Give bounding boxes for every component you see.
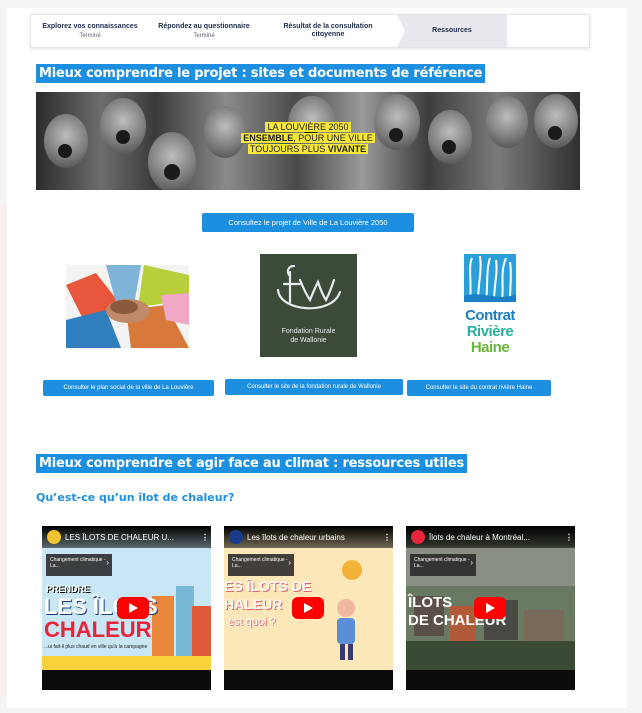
- more-options-icon[interactable]: ⋮: [199, 533, 211, 542]
- video-bottom-bar: [42, 670, 211, 690]
- slogan-line: , POUR UNE VILLE: [293, 133, 373, 143]
- banner-image: LA LOUVIÈRE 2050 ENSEMBLE, POUR UNE VILL…: [36, 92, 580, 190]
- video-title: Les îlots de chaleur urbains: [247, 532, 345, 542]
- video-title: Îlots de chaleur à Montréal...: [429, 532, 530, 542]
- step-label: Explorez vos connaissances: [42, 22, 138, 30]
- youtube-play-icon[interactable]: [117, 597, 149, 619]
- video-player-2[interactable]: ES ÎLOTS DE HALEUR est quoi ? Les îlots …: [224, 526, 393, 690]
- thumb-text: CHALEUR: [44, 617, 152, 642]
- child-face: [44, 114, 88, 168]
- child-face: [148, 132, 196, 190]
- consult-project-button[interactable]: Consultez le projet de Ville de La Louvi…: [202, 213, 414, 232]
- child-mouth: [116, 130, 130, 144]
- fondation-rurale-button[interactable]: Consulter le site de la fondation rurale…: [225, 379, 403, 395]
- step-ressources[interactable]: Ressources: [397, 15, 507, 47]
- thumb-text: HALEUR: [224, 596, 283, 612]
- video-bottom-bar: [224, 670, 393, 690]
- slogan-bold: VIVANTE: [327, 144, 367, 154]
- child-mouth: [548, 126, 562, 140]
- thumb-text: est quoi ?: [228, 616, 276, 628]
- slogan-bold: ENSEMBLE: [243, 133, 294, 143]
- video-bottom-bar: [406, 670, 575, 690]
- slogan-line: TOUJOURS PLUS: [249, 144, 328, 154]
- contrat-riviere-button[interactable]: Consulter le site du contrat rivière Hai…: [407, 380, 551, 396]
- frw-name-line: de Wallonie: [290, 337, 327, 344]
- section-title-projet: Mieux comprendre le projet : sites et do…: [36, 64, 486, 83]
- step-label: Répondez au questionnaire: [158, 22, 250, 30]
- hands-image[interactable]: [66, 265, 189, 348]
- step-status: Terminé: [193, 32, 215, 39]
- left-decoration: [0, 205, 7, 695]
- reeds-icon: [464, 254, 516, 303]
- frw-mark-icon: [276, 264, 342, 310]
- playlist-card[interactable]: Changement climatique - La...: [410, 554, 476, 576]
- logo-word: Contrat: [465, 307, 515, 324]
- youtube-play-icon[interactable]: [292, 597, 324, 619]
- playlist-card[interactable]: Changement climatique - La...: [228, 554, 294, 576]
- slogan-line: LA LOUVIÈRE 2050: [265, 122, 351, 132]
- contrat-riviere-haine-logo[interactable]: Contrat Rivière Haine: [460, 250, 520, 362]
- thumb-text: ÎLOTS: [408, 594, 453, 611]
- step-resultat[interactable]: Résultat de la consultation citoyenne: [259, 15, 405, 47]
- child-face: [100, 98, 146, 154]
- step-label: Résultat de la consultation citoyenne: [283, 23, 373, 38]
- youtube-play-icon[interactable]: [474, 597, 506, 619]
- channel-icon: [229, 530, 243, 544]
- child-mouth: [442, 140, 456, 154]
- thumb-text: PRENDRE: [46, 584, 91, 594]
- step-repondez[interactable]: Répondez au questionnaire Terminé: [149, 15, 267, 47]
- ilot-chaleur-heading: Qu’est-ce qu’un îlot de chaleur?: [36, 491, 235, 504]
- video-title-bar: LES ÎLOTS DE CHALEUR U... ⋮: [42, 526, 211, 548]
- playlist-card[interactable]: Changement climatique - La...: [46, 554, 112, 576]
- thumb-caption: ...ui fait-il plus chaud en ville qu'à l…: [44, 644, 148, 650]
- plan-social-button[interactable]: Consulter le plan social de la ville de …: [43, 380, 214, 396]
- frw-name-line: Fondation Rurale: [281, 328, 336, 335]
- step-explorez[interactable]: Explorez vos connaissances Terminé: [31, 15, 157, 47]
- thumb-text: ES ÎLOTS DE: [224, 578, 312, 594]
- video-player-3[interactable]: ÎLOTS DE CHALEUR Îlots de chaleur à Mont…: [406, 526, 575, 690]
- channel-icon: [411, 530, 425, 544]
- more-options-icon[interactable]: ⋮: [381, 533, 393, 542]
- section-title-climat: Mieux comprendre et agir face au climat …: [36, 454, 468, 473]
- frw-logo[interactable]: Fondation Rurale de Wallonie: [260, 254, 357, 357]
- child-mouth: [389, 128, 403, 142]
- banner-slogan: LA LOUVIÈRE 2050 ENSEMBLE, POUR UNE VILL…: [238, 122, 378, 155]
- more-options-icon[interactable]: ⋮: [563, 533, 575, 542]
- step-label: Ressources: [432, 27, 472, 34]
- video-player-1[interactable]: PRENDRE LES ÎLOTS CHALEUR ...ui fait-il …: [42, 526, 211, 690]
- video-title: LES ÎLOTS DE CHALEUR U...: [65, 532, 174, 542]
- child-face: [428, 110, 472, 164]
- progress-stepper: Explorez vos connaissances Terminé Répon…: [30, 14, 590, 48]
- frw-logo-text: Fondation Rurale de Wallonie: [260, 327, 357, 345]
- channel-icon: [47, 530, 61, 544]
- video-title-bar: Îlots de chaleur à Montréal... ⋮: [406, 526, 575, 548]
- step-status: Terminé: [79, 32, 101, 39]
- logo-word: Haine: [470, 339, 510, 356]
- logo-word: Rivière: [466, 323, 514, 340]
- child-face: [486, 96, 528, 148]
- child-mouth: [58, 144, 72, 158]
- child-mouth: [164, 164, 180, 180]
- video-title-bar: Les îlots de chaleur urbains ⋮: [224, 526, 393, 548]
